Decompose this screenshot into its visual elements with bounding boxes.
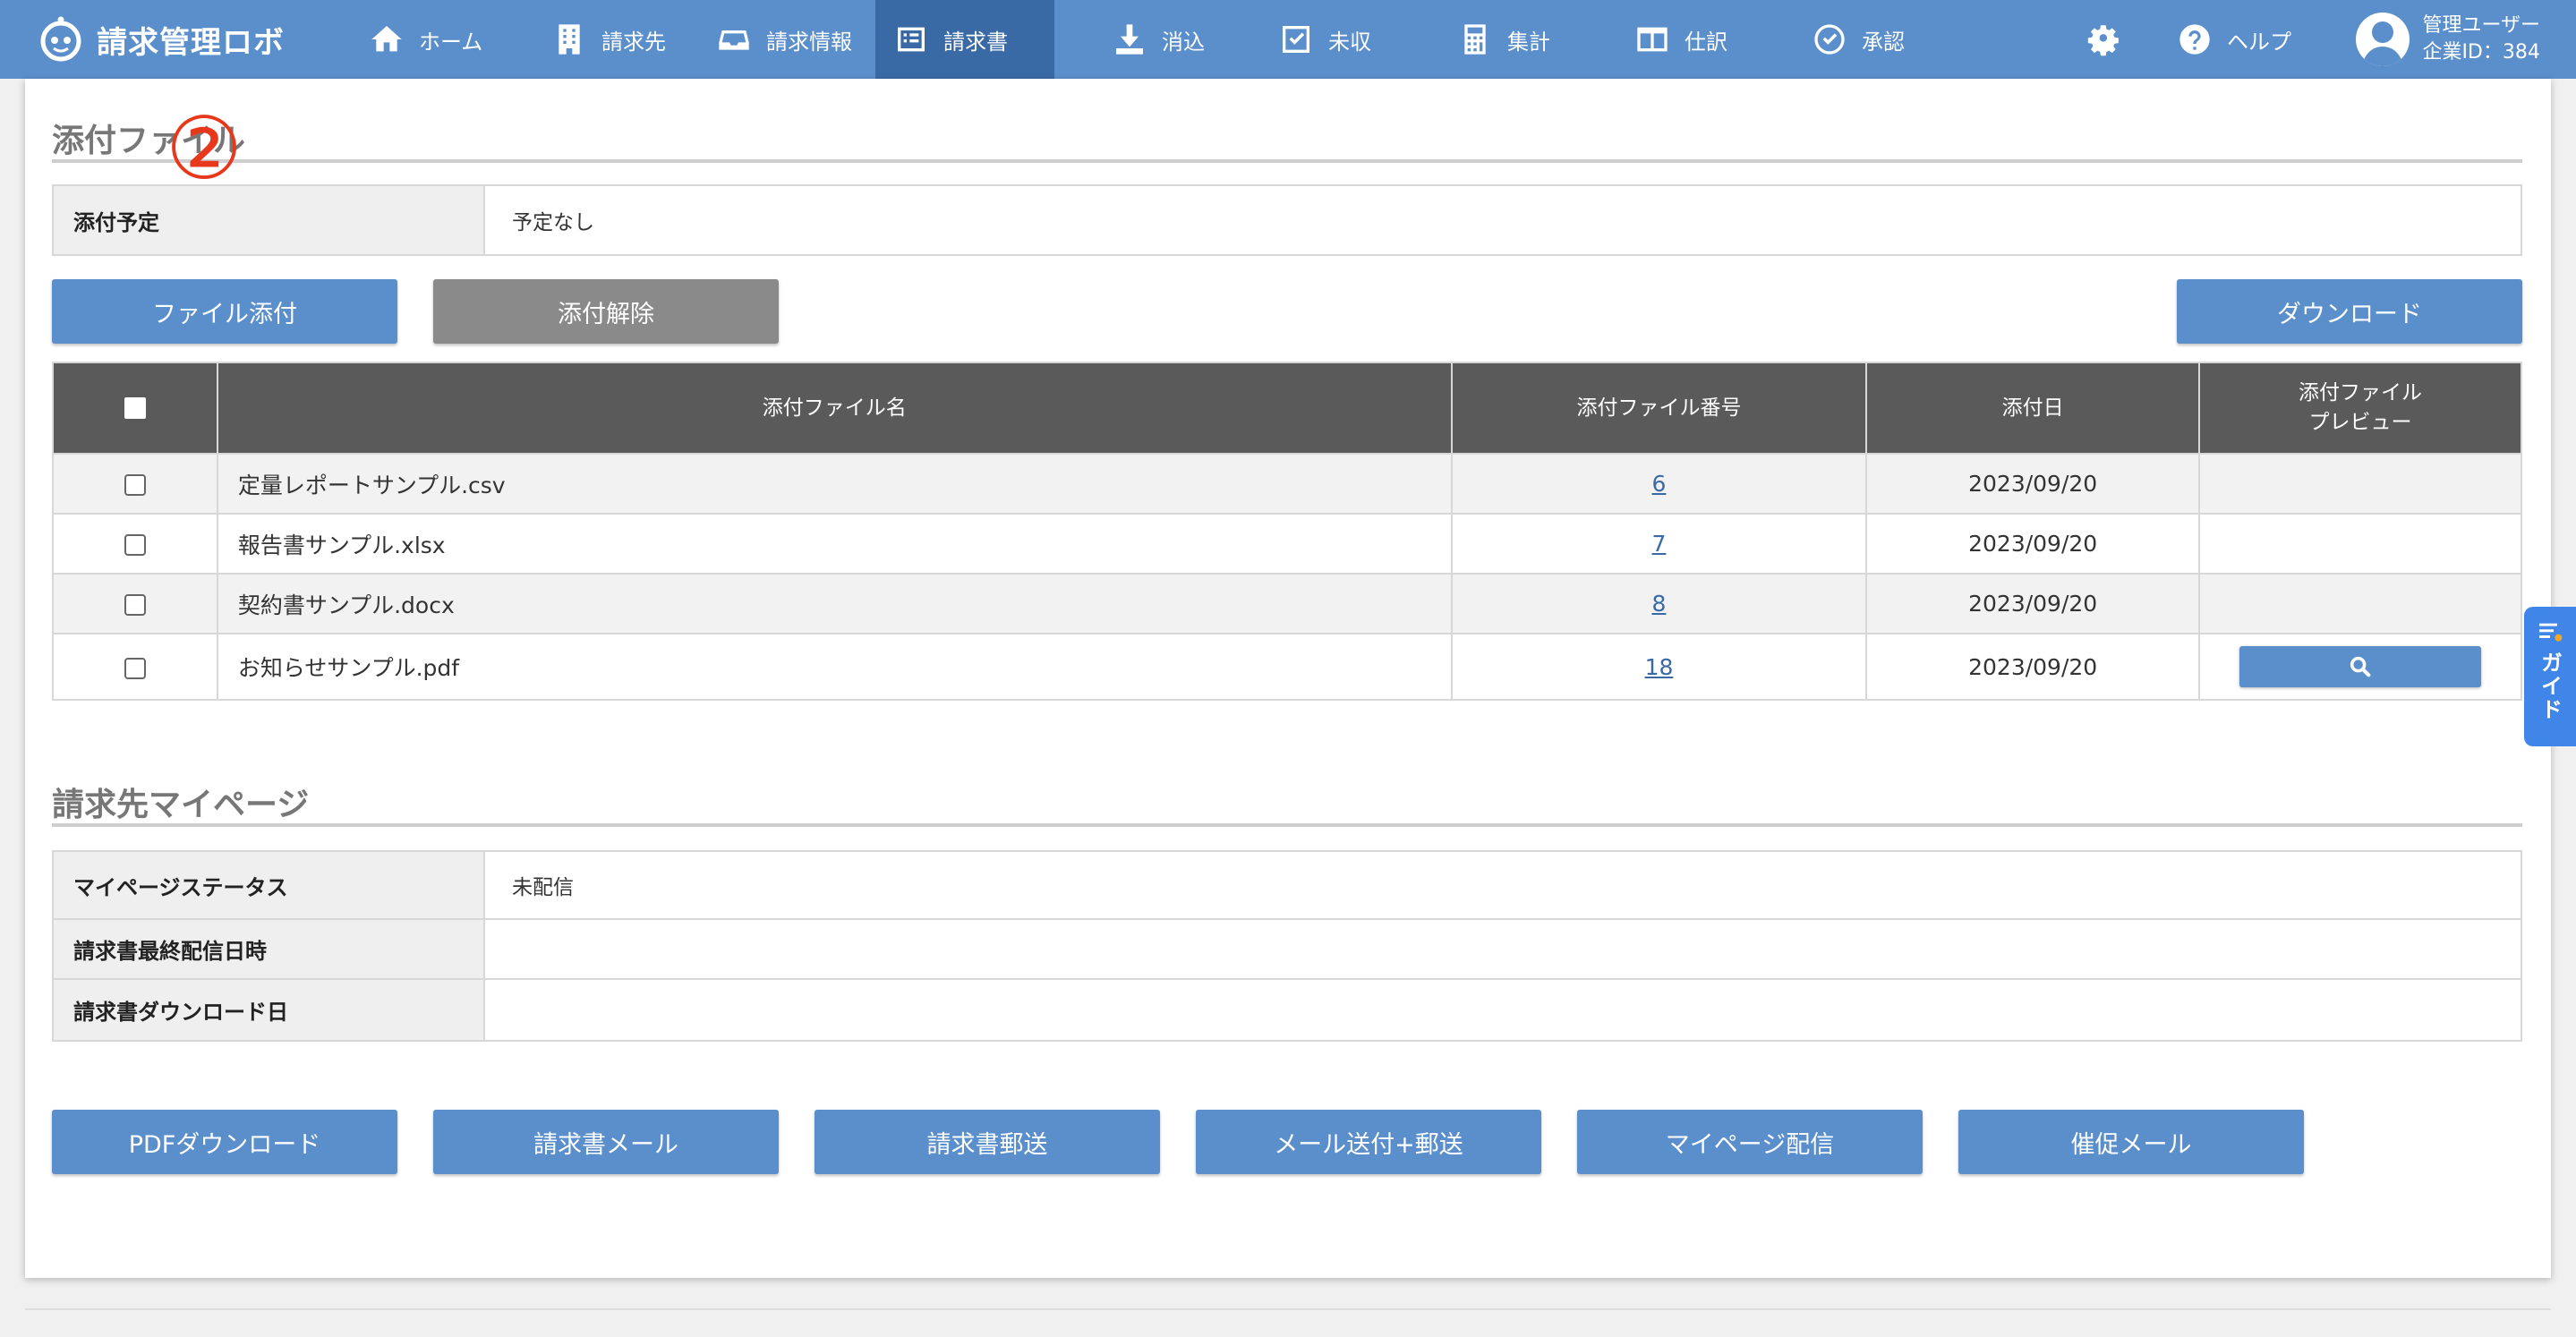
step-marker: ②	[165, 98, 243, 199]
select-all-checkbox[interactable]	[124, 397, 146, 419]
guide-tab[interactable]: ガイド	[2524, 607, 2576, 746]
table-row: 定量レポートサンプル.csv 6 2023/09/20	[52, 453, 2522, 515]
footer-divider	[25, 1308, 2551, 1310]
nav-reconcile[interactable]: 消込	[1094, 0, 1223, 79]
invoice-post-button[interactable]: 請求書郵送	[815, 1110, 1160, 1174]
user-info: 管理ユーザー 企業ID：384	[2422, 13, 2540, 66]
nav-billing-clients[interactable]: 請求先	[533, 0, 684, 79]
last-delivery-value	[485, 920, 2521, 978]
attach-date: 2023/09/20	[1865, 573, 2201, 634]
content-panel: 添付ファイル 添付予定 予定なし ファイル添付 添付解除 ダウンロード 添付ファ…	[25, 79, 2551, 1278]
mypage-status-table: マイページステータス 未配信 請求書最終配信日時 請求書ダウンロード日	[52, 850, 2522, 1042]
calculator-icon	[1464, 24, 1486, 55]
file-number-link[interactable]: 7	[1652, 531, 1667, 557]
gear-icon	[2087, 25, 2119, 56]
mypage-status-label: マイページステータス	[54, 852, 485, 918]
row-checkbox[interactable]	[124, 474, 146, 496]
top-nav: 請求管理ロボ ホーム 請求先 請求情報 請求書 消込 未収 集計 仕訳 承認 ヘ…	[0, 0, 2576, 79]
last-delivery-label: 請求書最終配信日時	[54, 920, 485, 978]
user-menu[interactable]: 管理ユーザー 企業ID：384	[2356, 0, 2540, 79]
mypage-delivery-button[interactable]: マイページ配信	[1577, 1110, 1923, 1174]
preview-cell	[2198, 633, 2522, 701]
download-button[interactable]: ダウンロード	[2177, 279, 2522, 344]
table-row: 報告書サンプル.xlsx 7 2023/09/20	[52, 513, 2522, 575]
mail-and-post-button[interactable]: メール送付+郵送	[1196, 1110, 1541, 1174]
table-row: お知らせサンプル.pdf 18 2023/09/20	[52, 633, 2522, 701]
invoice-mail-button[interactable]: 請求書メール	[433, 1110, 779, 1174]
preview-cell	[2198, 513, 2522, 575]
file-name: お知らせサンプル.pdf	[216, 633, 1453, 701]
preview-cell	[2198, 453, 2522, 515]
detach-file-button[interactable]: 添付解除	[433, 279, 779, 344]
user-name: 管理ユーザー	[2422, 14, 2540, 37]
nav-billing-info[interactable]: 請求情報	[698, 0, 870, 79]
columns-icon	[1637, 27, 1668, 52]
help-button[interactable]: ヘルプ	[2159, 0, 2309, 79]
settings-button[interactable]	[2068, 0, 2139, 79]
row-checkbox[interactable]	[124, 594, 146, 616]
app-title: 請求管理ロボ	[97, 24, 285, 61]
table-header-row: 添付ファイル名 添付ファイル番号 添付日 添付ファイル プレビュー	[52, 362, 2522, 455]
row-checkbox[interactable]	[124, 534, 146, 556]
question-circle-icon	[2179, 24, 2210, 55]
attach-file-button[interactable]: ファイル添付	[52, 279, 397, 344]
inbox-icon	[719, 30, 749, 50]
building-icon	[559, 24, 580, 55]
mypage-row: 請求書最終配信日時	[54, 920, 2521, 980]
check-circle-icon	[1814, 24, 1845, 55]
preview-cell	[2198, 573, 2522, 634]
nav-uncollected[interactable]: 未収	[1260, 0, 1389, 79]
checkbox-icon	[1283, 26, 1309, 53]
schedule-row: 添付予定 予定なし	[54, 186, 2521, 254]
section-divider	[52, 823, 2522, 827]
table-row: 契約書サンプル.docx 8 2023/09/20	[52, 573, 2522, 634]
home-icon	[371, 26, 402, 52]
file-number-link[interactable]: 8	[1652, 591, 1667, 617]
file-name: 報告書サンプル.xlsx	[216, 513, 1453, 575]
download-date-value	[485, 980, 2521, 1040]
app-logo[interactable]: 請求管理ロボ	[36, 0, 285, 79]
mypage-row: マイページステータス 未配信	[54, 852, 2521, 920]
schedule-value: 予定なし	[512, 211, 594, 234]
pdf-download-button[interactable]: PDFダウンロード	[52, 1110, 397, 1174]
guide-label: ガイド	[2537, 651, 2563, 721]
preview-button[interactable]	[2239, 646, 2482, 687]
avatar	[2356, 13, 2410, 66]
attachment-table: 添付ファイル名 添付ファイル番号 添付日 添付ファイル プレビュー 定量レポートサ…	[52, 362, 2522, 701]
download-date-label: 請求書ダウンロード日	[54, 980, 485, 1040]
search-icon	[2350, 656, 2371, 677]
company-id: 企業ID：384	[2422, 41, 2540, 64]
section-divider	[52, 159, 2522, 163]
mypage-row: 請求書ダウンロード日	[54, 980, 2521, 1040]
file-name: 契約書サンプル.docx	[216, 573, 1453, 634]
nav-invoices[interactable]: 請求書	[875, 0, 1054, 79]
attach-date: 2023/09/20	[1865, 633, 2201, 701]
attach-date: 2023/09/20	[1865, 453, 2201, 515]
file-number-link[interactable]: 18	[1645, 654, 1674, 680]
column-header: 添付日	[1865, 362, 2201, 455]
guide-list-icon	[2539, 623, 2563, 642]
column-header: 添付ファイル番号	[1450, 362, 1868, 455]
nav-aggregate[interactable]: 集計	[1439, 0, 1568, 79]
select-all-header	[52, 362, 218, 455]
row-checkbox[interactable]	[124, 657, 146, 679]
list-icon	[898, 27, 925, 52]
file-name: 定量レポートサンプル.csv	[216, 453, 1453, 515]
column-header: 添付ファイル名	[216, 362, 1453, 455]
nav-journal[interactable]: 仕訳	[1616, 0, 1745, 79]
nav-approval[interactable]: 承認	[1794, 0, 1923, 79]
mypage-section-title: 請求先マイページ	[52, 787, 310, 823]
nav-home[interactable]: ホーム	[351, 0, 500, 79]
mypage-status-value: 未配信	[512, 876, 574, 899]
reminder-mail-button[interactable]: 催促メール	[1958, 1110, 2304, 1174]
column-header-preview: 添付ファイル プレビュー	[2198, 362, 2522, 455]
attachment-schedule-table: 添付予定 予定なし	[52, 184, 2522, 256]
schedule-label: 添付予定	[54, 186, 485, 254]
attach-date: 2023/09/20	[1865, 513, 2201, 575]
file-number-link[interactable]: 6	[1652, 471, 1667, 497]
robot-logo-icon	[40, 16, 81, 62]
download-icon	[1116, 24, 1143, 55]
